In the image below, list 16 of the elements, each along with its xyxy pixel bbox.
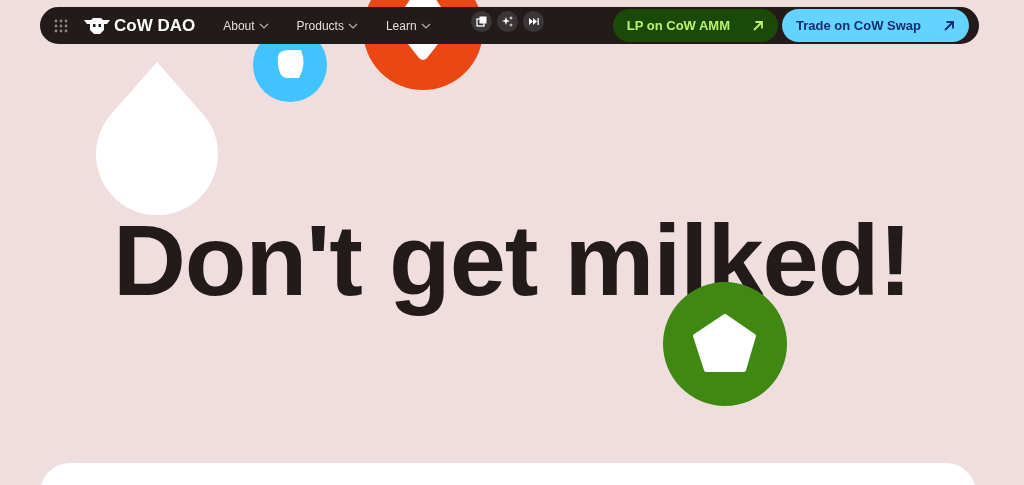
nav-menu-item[interactable]: About: [223, 16, 269, 35]
skip-forward-icon: [526, 15, 540, 28]
nav-menu-item[interactable]: Learn: [385, 16, 431, 35]
grid-menu-icon[interactable]: [54, 18, 68, 33]
cta-button[interactable]: Trade on CoW Swap: [782, 9, 969, 42]
hero-heading: Don't get milked!: [111, 205, 913, 317]
skip-forward-button[interactable]: [522, 11, 544, 32]
copy-icon: [474, 15, 488, 28]
brand-name[interactable]: CoW DAO: [114, 12, 196, 39]
arrow-up-right-icon: [752, 19, 765, 32]
cow-logo-icon[interactable]: [84, 17, 110, 34]
arrow-up-right-icon: [943, 19, 955, 32]
cta-button[interactable]: LP on CoW AMM: [612, 9, 779, 42]
nav-menu-item[interactable]: Products: [296, 16, 358, 35]
copy-button[interactable]: [470, 11, 492, 32]
sparkle-button[interactable]: [496, 11, 518, 32]
